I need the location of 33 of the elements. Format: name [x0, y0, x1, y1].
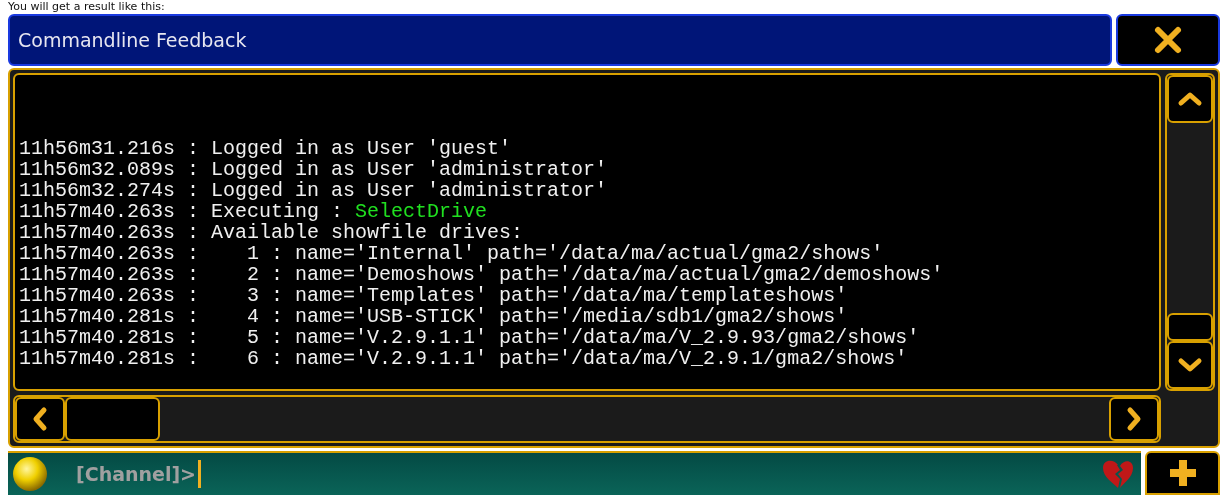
- caption-text: You will get a result like this:: [7, 0, 166, 14]
- vertical-scrollbar[interactable]: [1165, 73, 1215, 392]
- log-line: 11h57m40.263s : Available showfile drives:: [19, 222, 524, 244]
- scroll-thumb[interactable]: [65, 397, 160, 441]
- command-line-field[interactable]: [Channel]>: [8, 451, 1141, 495]
- close-button[interactable]: [1116, 14, 1220, 66]
- window-title: Commandline Feedback: [8, 14, 1112, 66]
- scroll-up-button[interactable]: [1167, 75, 1213, 123]
- chevron-left-icon: [32, 406, 48, 433]
- broken-heart-icon: [1101, 459, 1135, 489]
- horizontal-scrollbar[interactable]: [13, 395, 1161, 443]
- log-line: 11h56m32.089s : Logged in as User 'administrator': [19, 159, 609, 181]
- log-line: 11h57m40.263s : Executing : SelectDrive: [19, 201, 488, 223]
- log-line: 11h56m32.274s : Logged in as User 'administrator': [19, 180, 609, 202]
- log-line: 11h57m40.263s : 1 : name='Internal' path='/data/ma/actual/gma2/shows': [19, 243, 884, 265]
- add-button[interactable]: [1145, 451, 1220, 495]
- chevron-up-icon: [1177, 91, 1203, 107]
- scroll-down-button[interactable]: [1167, 341, 1213, 390]
- log-line: 11h57m40.281s : 5 : name='V.2.9.1.1' path='/data/ma/V_2.9.93/gma2/shows': [19, 327, 921, 349]
- log-line: 11h56m31.216s : Logged in as User 'guest': [19, 138, 512, 160]
- scroll-thumb[interactable]: [1167, 313, 1213, 342]
- log-line: 11h57m40.281s : 4 : name='USB-STICK' path='/media/sdb1/gma2/shows': [19, 306, 848, 328]
- scroll-left-button[interactable]: [15, 397, 65, 441]
- ball-icon: [12, 456, 48, 492]
- command-prompt: [Channel]>: [76, 463, 197, 485]
- text-cursor: [198, 460, 202, 488]
- chevron-right-icon: [1126, 406, 1142, 433]
- close-icon: [1153, 25, 1183, 55]
- log-line: 11h57m40.281s : 6 : name='V.2.9.1.1' path='/data/ma/V_2.9.1/gma2/shows': [19, 348, 909, 370]
- chevron-down-icon: [1177, 357, 1203, 374]
- log-line: 11h57m40.263s : 2 : name='Demoshows' path='/data/ma/actual/gma2/demoshows': [19, 264, 945, 286]
- log-line: 11h57m40.263s : 3 : name='Templates' path='/data/ma/templateshows': [19, 285, 849, 307]
- scroll-right-button[interactable]: [1109, 397, 1159, 441]
